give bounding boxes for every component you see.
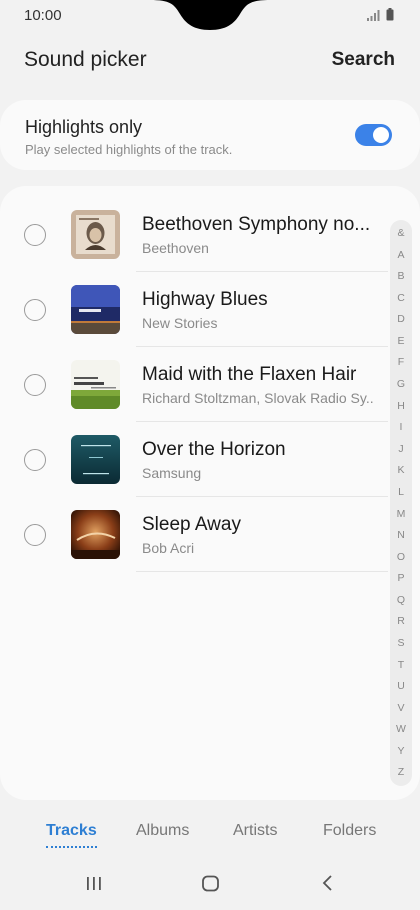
track-artist: Beethoven — [142, 240, 209, 256]
highway-art-icon — [71, 285, 120, 334]
highlights-card[interactable]: Highlights only Play selected highlights… — [0, 100, 420, 170]
clock: 10:00 — [24, 7, 62, 24]
page-title: Sound picker — [24, 48, 147, 71]
index-letter[interactable]: Z — [398, 767, 404, 778]
track-row[interactable]: Over the Horizon Samsung — [0, 422, 390, 497]
status-icons — [367, 8, 394, 26]
track-title: Maid with the Flaxen Hair — [142, 364, 357, 385]
alphabet-index-scrollbar[interactable]: & A B C D E F G H I J K L M N O P Q R S T U V W Y Z — [390, 220, 412, 786]
track-artist: Richard Stoltzman, Slovak Radio Sy.. — [142, 390, 374, 406]
index-letter[interactable]: J — [398, 444, 403, 455]
index-letter[interactable]: T — [398, 660, 404, 671]
system-navigation-bar — [0, 866, 420, 906]
beethoven-art-icon — [71, 210, 120, 259]
status-bar: 10:00 — [0, 0, 420, 32]
tab-artists[interactable]: Artists — [233, 822, 277, 840]
track-row[interactable]: Maid with the Flaxen Hair Richard Stoltz… — [0, 347, 390, 422]
home-icon[interactable] — [201, 874, 220, 898]
tab-tracks-label: Tracks — [46, 822, 97, 839]
app-header: Sound picker Search — [0, 36, 420, 86]
horizon-art-icon — [71, 435, 120, 484]
highlights-toggle[interactable] — [355, 124, 392, 146]
radio-button[interactable] — [24, 524, 46, 546]
camera-notch — [150, 0, 270, 32]
index-letter[interactable]: H — [397, 401, 405, 412]
tab-bar: Tracks Albums Artists Folders — [0, 815, 420, 855]
index-letter[interactable]: L — [398, 487, 404, 498]
index-letter[interactable]: I — [400, 422, 403, 433]
search-button[interactable]: Search — [332, 49, 395, 71]
sleep-art-icon — [71, 510, 120, 559]
index-letter[interactable]: K — [397, 465, 404, 476]
index-letter[interactable]: E — [397, 336, 404, 347]
tab-albums[interactable]: Albums — [136, 822, 189, 840]
track-artist: New Stories — [142, 315, 218, 331]
index-letter[interactable]: F — [398, 357, 404, 368]
highlights-subtitle: Play selected highlights of the track. — [25, 142, 233, 157]
index-letter[interactable]: & — [397, 228, 404, 239]
index-letter[interactable]: U — [397, 681, 405, 692]
back-icon[interactable] — [320, 874, 336, 897]
toggle-knob — [372, 126, 390, 144]
index-letter[interactable]: O — [397, 552, 405, 563]
highlights-title: Highlights only — [25, 117, 143, 137]
index-letter[interactable]: S — [397, 638, 404, 649]
index-letter[interactable]: V — [397, 703, 404, 714]
track-row[interactable]: Sleep Away Bob Acri — [0, 497, 390, 572]
index-letter[interactable]: Q — [397, 595, 405, 606]
index-letter[interactable]: D — [397, 314, 405, 325]
index-letter[interactable]: G — [397, 379, 405, 390]
index-letter[interactable]: M — [397, 509, 406, 520]
radio-button[interactable] — [24, 224, 46, 246]
radio-button[interactable] — [24, 299, 46, 321]
index-letter[interactable]: R — [397, 616, 405, 627]
tab-tracks[interactable]: Tracks — [46, 822, 97, 848]
track-title: Beethoven Symphony no... — [142, 214, 371, 235]
recent-apps-icon[interactable] — [85, 874, 103, 897]
stoltzman-art-icon — [71, 360, 120, 409]
index-letter[interactable]: N — [397, 530, 405, 541]
signal-icon — [367, 8, 380, 26]
divider — [136, 571, 388, 572]
track-row[interactable]: Highway Blues New Stories — [0, 272, 390, 347]
radio-button[interactable] — [24, 449, 46, 471]
index-letter[interactable]: Y — [397, 746, 404, 757]
track-row[interactable]: Beethoven Symphony no... Beethoven — [0, 197, 390, 272]
track-list: Beethoven Symphony no... Beethoven Highw… — [0, 197, 390, 572]
index-letter[interactable]: W — [396, 724, 406, 735]
index-letter[interactable]: P — [397, 573, 404, 584]
track-title: Highway Blues — [142, 289, 268, 310]
index-letter[interactable]: B — [397, 271, 404, 282]
index-letter[interactable]: A — [397, 250, 404, 261]
tracks-card: Beethoven Symphony no... Beethoven Highw… — [0, 186, 420, 800]
tab-folders[interactable]: Folders — [323, 822, 376, 840]
track-title: Sleep Away — [142, 514, 241, 535]
track-artist: Samsung — [142, 465, 202, 481]
track-artist: Bob Acri — [142, 540, 195, 556]
active-tab-indicator — [46, 846, 97, 848]
index-letter[interactable]: C — [397, 293, 405, 304]
radio-button[interactable] — [24, 374, 46, 396]
battery-icon — [386, 8, 394, 26]
track-title: Over the Horizon — [142, 439, 286, 460]
